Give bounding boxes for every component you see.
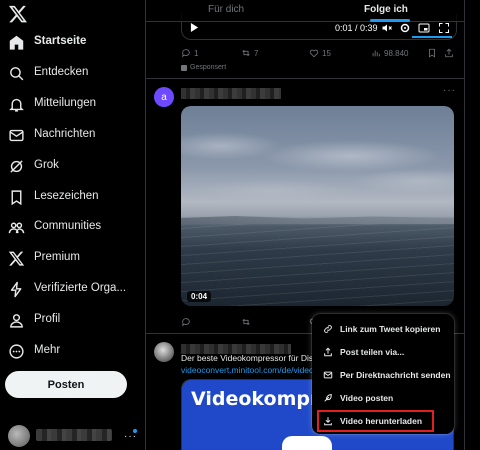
sidebar-item-bookmarks[interactable]: Lesezeichen — [0, 185, 142, 211]
menu-item-download-video[interactable]: Video herunterladen — [312, 410, 454, 432]
play-icon[interactable] — [190, 23, 199, 32]
reply-button[interactable] — [181, 317, 191, 327]
grok-icon — [8, 158, 25, 175]
repost-button[interactable] — [241, 317, 251, 327]
x-logo-icon[interactable] — [8, 4, 28, 24]
sidebar-item-label: Premium — [34, 251, 81, 263]
reply-count: 1 — [194, 48, 199, 58]
video-progress-bar[interactable] — [412, 36, 452, 38]
sidebar-item-label: Verifizierte Orga... — [34, 282, 127, 294]
x-logo-icon — [8, 250, 25, 267]
menu-item-label: Video posten — [340, 393, 394, 403]
settings-icon[interactable] — [399, 22, 411, 34]
video-duration-badge: 0:04 — [187, 291, 212, 302]
menu-item-label: Post teilen via... — [340, 347, 405, 357]
repost-button[interactable]: 7 — [241, 48, 258, 58]
bookmark-icon — [8, 189, 25, 206]
sidebar-item-label: Mitteilungen — [34, 97, 97, 109]
sidebar-item-explore[interactable]: Entdecken — [0, 61, 142, 87]
menu-item-share-via[interactable]: Post teilen via... — [312, 341, 454, 363]
post-button[interactable]: Posten — [5, 371, 127, 398]
mail-icon — [323, 370, 333, 380]
sidebar-item-grok[interactable]: Grok — [0, 154, 142, 180]
sidebar-item-notifications[interactable]: Mitteilungen — [0, 92, 142, 118]
views-button[interactable]: 98.840 — [371, 48, 408, 58]
sidebar-item-home[interactable]: Startseite — [0, 30, 142, 56]
mail-icon — [8, 127, 25, 144]
sidebar: Startseite Entdecken Mitteilungen Nachri… — [0, 0, 145, 450]
sponsored-label: Gesponsert — [181, 64, 226, 71]
sidebar-item-label: Entdecken — [34, 66, 89, 78]
fullscreen-icon[interactable] — [438, 22, 450, 34]
picture-in-picture-icon[interactable] — [418, 22, 430, 34]
post-actions: 1 7 15 98.840 — [181, 48, 457, 62]
bell-icon — [8, 96, 25, 113]
post-link[interactable]: videoconvert.minitool.com/de/video-c — [181, 365, 321, 375]
account-switcher[interactable]: ··· — [0, 420, 145, 450]
sidebar-item-verified-orgs[interactable]: Verifizierte Orga... — [0, 277, 142, 303]
sidebar-item-label: Communities — [34, 220, 102, 232]
sidebar-item-label: Mehr — [34, 344, 61, 356]
tab-following[interactable]: Folge ich — [364, 4, 408, 15]
blurred-account-name — [36, 429, 112, 441]
menu-item-copy-link[interactable]: Link zum Tweet kopieren — [312, 318, 454, 340]
sidebar-item-label: Nachrichten — [34, 128, 96, 140]
share-icon — [323, 347, 333, 357]
sidebar-item-communities[interactable]: Communities — [0, 215, 142, 241]
video-player-sea[interactable]: 0:04 — [181, 106, 454, 306]
bookmark-button[interactable] — [427, 48, 437, 58]
like-count: 15 — [322, 48, 331, 58]
menu-item-direct-message[interactable]: Per Direktnachricht senden — [312, 364, 454, 386]
lightning-icon — [8, 281, 25, 298]
more-circle-icon — [8, 343, 25, 360]
card-graphic — [282, 436, 332, 450]
search-icon — [8, 65, 25, 82]
sidebar-item-label: Grok — [34, 159, 59, 171]
menu-item-post-video[interactable]: Video posten — [312, 387, 454, 409]
home-icon — [8, 34, 25, 51]
sidebar-item-label: Profil — [34, 313, 61, 325]
video-frame-hills — [181, 216, 454, 224]
post-more-icon[interactable]: ··· — [443, 85, 456, 96]
video-frame-clouds — [181, 126, 454, 206]
volume-icon[interactable] — [381, 22, 393, 34]
feather-icon — [323, 393, 333, 403]
avatar — [8, 425, 30, 447]
share-menu: Link zum Tweet kopieren Post teilen via.… — [312, 314, 454, 434]
notification-dot — [133, 429, 137, 433]
menu-item-label: Link zum Tweet kopieren — [340, 324, 441, 334]
reply-button[interactable]: 1 — [181, 48, 198, 58]
menu-item-label: Video herunterladen — [340, 416, 423, 426]
video-frame-waves — [181, 224, 454, 306]
blurred-author-name — [181, 88, 281, 99]
menu-item-label: Per Direktnachricht senden — [340, 370, 451, 380]
avatar[interactable] — [154, 342, 174, 362]
sidebar-item-premium[interactable]: Premium — [0, 246, 142, 272]
timeline-tabs: Für dich Folge ich — [146, 0, 464, 22]
video-time: 0:01 / 0:39 — [335, 23, 378, 33]
download-icon — [323, 416, 333, 426]
post-text: Der beste Videokompressor für Disco — [181, 353, 321, 363]
views-count: 98.840 — [384, 48, 409, 58]
repost-count: 7 — [254, 48, 259, 58]
person-icon — [8, 312, 25, 329]
sidebar-item-more[interactable]: Mehr — [0, 339, 142, 365]
active-tab-indicator — [370, 19, 410, 22]
post-divider — [146, 78, 464, 79]
ad-icon — [181, 64, 187, 71]
avatar[interactable]: a — [154, 87, 174, 107]
sidebar-item-messages[interactable]: Nachrichten — [0, 123, 142, 149]
sidebar-item-label: Lesezeichen — [34, 190, 99, 202]
sidebar-item-label: Startseite — [34, 35, 87, 47]
communities-icon — [8, 219, 25, 236]
share-button[interactable] — [444, 48, 454, 58]
tab-for-you[interactable]: Für dich — [208, 4, 244, 15]
sponsored-text: Gesponsert — [190, 64, 227, 71]
link-icon — [323, 324, 333, 334]
sidebar-item-profile[interactable]: Profil — [0, 308, 142, 334]
like-button[interactable]: 15 — [309, 48, 331, 58]
